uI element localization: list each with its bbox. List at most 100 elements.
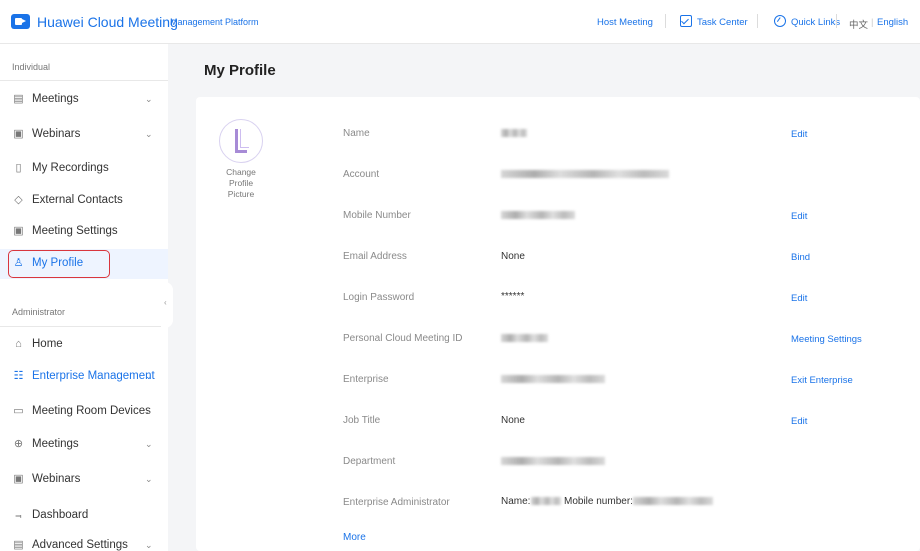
profile-avatar[interactable] — [219, 119, 263, 163]
edit-job-title-link[interactable]: Edit — [791, 416, 807, 427]
advanced-settings-icon: ▤ — [13, 539, 24, 551]
avatar-letter-icon — [235, 129, 249, 153]
sidebar-section-administrator: Administrator — [12, 307, 66, 317]
sidebar-item-label: Advanced Settings — [32, 539, 128, 551]
department-label: Department — [343, 456, 396, 467]
host-meeting-link[interactable]: Host Meeting — [597, 17, 653, 28]
sidebar-item-webinars[interactable]: ▣ Webinars ⌄ — [0, 120, 168, 150]
divider — [0, 326, 168, 327]
sidebar-item-label: Meetings — [32, 93, 79, 105]
home-icon: ⌂ — [15, 338, 22, 350]
sidebar-item-advanced-settings[interactable]: ▤ Advanced Settings ⌄ — [0, 531, 168, 551]
sidebar: Individual ▤ Meetings ⌄ ▣ Webinars ⌄ ▯ M… — [0, 44, 168, 551]
calendar-icon: ▤ — [13, 93, 24, 105]
quick-links-link[interactable]: Quick Links — [791, 17, 840, 28]
chevron-down-icon[interactable]: ⌄ — [145, 371, 153, 382]
sidebar-item-external-contacts[interactable]: ◇ External Contacts — [0, 186, 168, 216]
chevron-left-icon: ‹ — [164, 298, 167, 307]
recording-icon: ▯ — [15, 162, 22, 174]
sidebar-item-label: Webinars — [32, 128, 81, 140]
globe-icon: ⊕ — [13, 438, 24, 450]
task-check-icon[interactable] — [680, 15, 692, 27]
sidebar-item-meeting-settings[interactable]: ▣ Meeting Settings — [0, 217, 168, 247]
sidebar-item-label: Home — [32, 338, 63, 350]
sidebar-item-my-recordings[interactable]: ▯ My Recordings — [0, 154, 168, 184]
language-english[interactable]: English — [877, 17, 908, 28]
chevron-down-icon[interactable]: ⌄ — [145, 406, 153, 417]
sidebar-item-label: External Contacts — [32, 194, 123, 206]
admin-mobile-redacted — [633, 497, 713, 505]
account-label: Account — [343, 169, 380, 180]
chevron-down-icon[interactable]: ⌄ — [145, 94, 153, 105]
webinar-icon: ▣ — [13, 128, 24, 140]
account-value-redacted — [501, 170, 669, 178]
edit-name-link[interactable]: Edit — [791, 129, 807, 140]
email-address-label: Email Address — [343, 251, 407, 262]
top-divider — [665, 14, 666, 28]
chevron-down-icon[interactable]: ⌄ — [145, 474, 153, 485]
sidebar-item-enterprise-management[interactable]: ☷ Enterprise Management ⌄ — [0, 362, 168, 392]
chevron-down-icon[interactable]: ⌄ — [145, 540, 153, 551]
sidebar-item-admin-meetings[interactable]: ⊕ Meetings ⌄ — [0, 430, 168, 460]
app-subtitle: Management Platform — [170, 17, 259, 27]
admin-name-label: Name: — [501, 496, 531, 507]
more-link[interactable]: More — [343, 532, 366, 543]
chevron-down-icon[interactable]: ⌄ — [145, 129, 153, 140]
language-chinese[interactable]: 中文 — [849, 17, 868, 31]
page-title: My Profile — [204, 62, 276, 79]
meeting-logo-icon — [11, 14, 30, 29]
job-title-value: None — [501, 415, 525, 426]
meeting-settings-link[interactable]: Meeting Settings — [791, 334, 862, 345]
sidebar-item-label: Meeting Room Devices — [32, 405, 151, 417]
webinar-icon: ▣ — [13, 473, 24, 485]
exit-enterprise-link[interactable]: Exit Enterprise — [791, 375, 853, 386]
change-profile-picture-label[interactable]: Change Profile Picture — [215, 167, 267, 200]
email-address-value: None — [501, 251, 525, 262]
sidebar-item-label: My Recordings — [32, 162, 109, 174]
top-divider — [757, 14, 758, 28]
enterprise-value-redacted — [501, 375, 605, 383]
enterprise-label: Enterprise — [343, 374, 389, 385]
admin-name-redacted — [531, 497, 561, 505]
bind-email-link[interactable]: Bind — [791, 252, 810, 263]
name-value-redacted — [501, 129, 527, 137]
sidebar-item-label: Meeting Settings — [32, 225, 118, 237]
compass-icon[interactable] — [774, 15, 786, 27]
edit-mobile-link[interactable]: Edit — [791, 211, 807, 222]
sidebar-item-label: Webinars — [32, 473, 81, 485]
sidebar-item-admin-webinars[interactable]: ▣ Webinars ⌄ — [0, 465, 168, 495]
top-divider — [836, 14, 837, 28]
top-bar: Huawei Cloud Meeting Management Platform… — [0, 0, 920, 44]
device-icon: ▭ — [13, 405, 24, 417]
admin-mobile-label: Mobile number: — [564, 496, 633, 507]
sidebar-item-meeting-room-devices[interactable]: ▭ Meeting Room Devices ⌄ — [0, 397, 168, 427]
meeting-id-value-redacted — [501, 334, 548, 342]
mobile-number-label: Mobile Number — [343, 210, 411, 221]
profile-card — [196, 97, 920, 551]
job-title-label: Job Title — [343, 415, 381, 426]
chevron-down-icon[interactable]: ⌄ — [145, 439, 153, 450]
sidebar-item-label: Enterprise Management — [32, 370, 155, 382]
my-profile-highlight — [8, 250, 110, 278]
personal-meeting-id-label: Personal Cloud Meeting ID — [343, 333, 463, 344]
sidebar-item-label: Dashboard — [32, 509, 89, 521]
contacts-icon: ◇ — [14, 194, 23, 206]
task-center-link[interactable]: Task Center — [697, 17, 748, 28]
sidebar-item-home[interactable]: ⌂ Home — [0, 330, 168, 360]
login-password-label: Login Password — [343, 292, 415, 303]
enterprise-icon: ☷ — [13, 370, 24, 382]
login-password-value: ****** — [501, 291, 525, 302]
department-value-redacted — [501, 457, 605, 465]
app-title: Huawei Cloud Meeting — [37, 14, 178, 30]
language-separator: | — [871, 17, 874, 28]
divider — [0, 80, 168, 81]
dashboard-icon: ⫬ — [15, 509, 22, 521]
sidebar-collapse-handle[interactable]: ‹ — [161, 282, 173, 328]
sidebar-item-label: Meetings — [32, 438, 79, 450]
name-label: Name — [343, 128, 370, 139]
sidebar-item-meetings[interactable]: ▤ Meetings ⌄ — [0, 85, 168, 115]
mobile-value-redacted — [501, 211, 575, 219]
enterprise-administrator-label: Enterprise Administrator — [343, 497, 450, 508]
edit-password-link[interactable]: Edit — [791, 293, 807, 304]
sidebar-item-dashboard[interactable]: ⫬ Dashboard — [0, 501, 168, 531]
